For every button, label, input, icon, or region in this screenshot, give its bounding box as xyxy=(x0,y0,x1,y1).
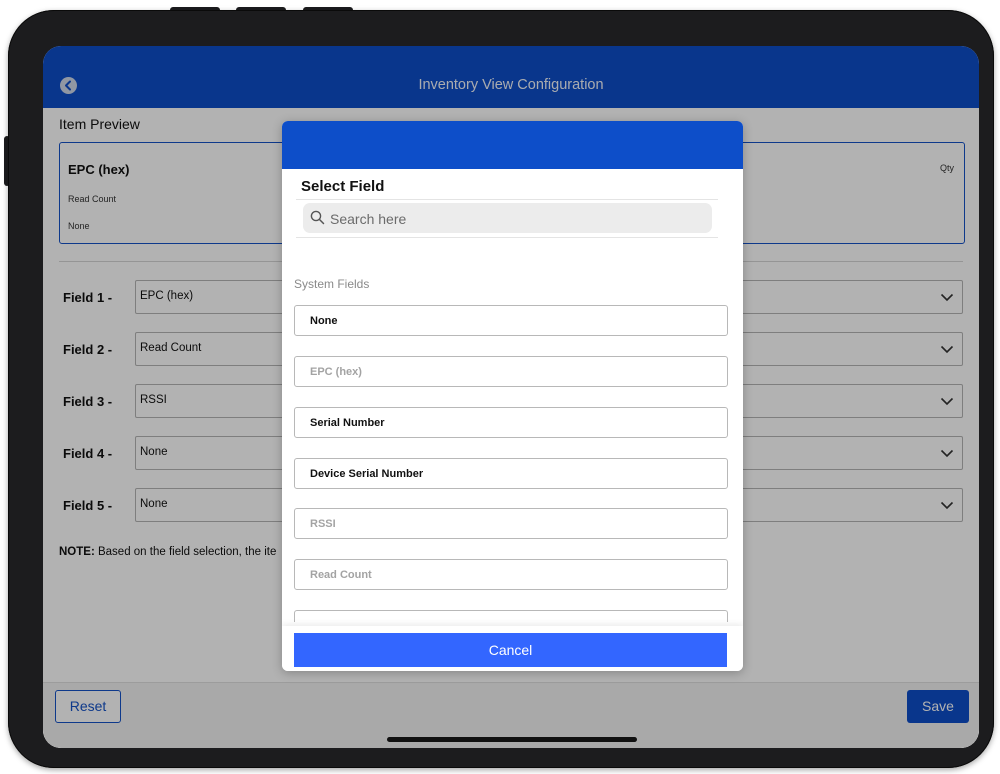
dialog-header xyxy=(282,121,743,169)
search-box xyxy=(303,203,712,233)
option-label: Serial Number xyxy=(310,417,385,429)
search-input[interactable] xyxy=(328,207,702,231)
search-icon xyxy=(310,210,325,225)
dialog-title: Select Field xyxy=(301,178,385,195)
dialog-footer: Cancel xyxy=(282,626,743,671)
group-label: System Fields xyxy=(294,277,370,291)
tablet-frame: Inventory View Configuration Item Previe… xyxy=(8,10,994,768)
home-indicator xyxy=(387,737,637,742)
option-label: RSSI xyxy=(310,518,336,530)
option-label: EPC (hex) xyxy=(310,366,362,378)
option-none[interactable]: None xyxy=(294,305,728,336)
option-read-count: Read Count xyxy=(294,559,728,590)
option-rssi: RSSI xyxy=(294,508,728,539)
cancel-button[interactable]: Cancel xyxy=(294,633,727,667)
option-device-serial-number[interactable]: Device Serial Number xyxy=(294,458,728,489)
option-epc-hex: EPC (hex) xyxy=(294,356,728,387)
option-label: None xyxy=(310,315,338,327)
option-label: Read Count xyxy=(310,569,372,581)
divider xyxy=(296,199,718,200)
option-label: Device Serial Number xyxy=(310,468,424,480)
divider xyxy=(296,237,718,238)
screen: Inventory View Configuration Item Previe… xyxy=(43,46,979,748)
option-partial xyxy=(294,610,728,622)
option-serial-number[interactable]: Serial Number xyxy=(294,407,728,438)
select-field-dialog: Select Field System Fields None EPC (hex… xyxy=(282,121,743,671)
